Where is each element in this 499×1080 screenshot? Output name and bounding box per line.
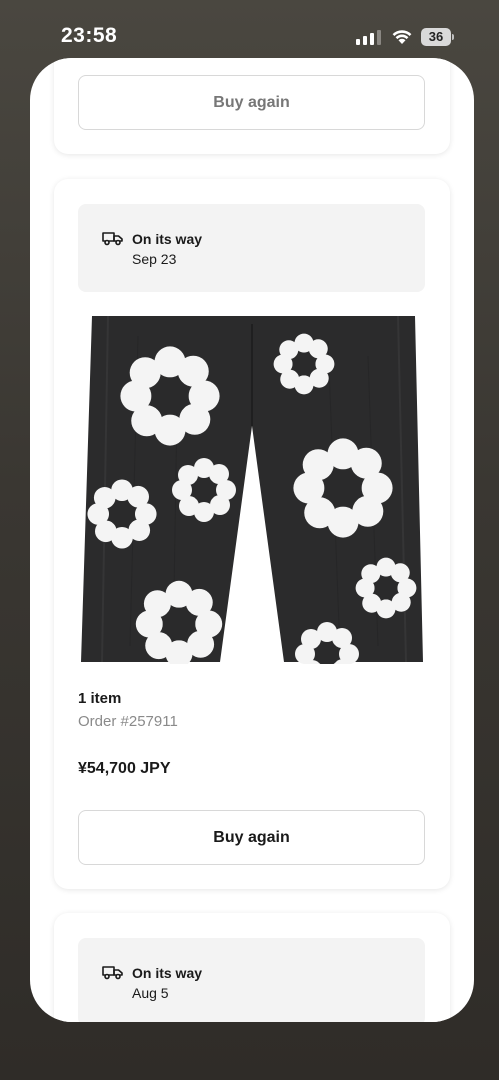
- delivery-truck-icon: [102, 966, 123, 980]
- cellular-signal-icon: [356, 30, 381, 45]
- order-number: Order #257911: [78, 713, 178, 730]
- clock: 23:58: [61, 24, 118, 47]
- status-date: Aug 5: [132, 985, 169, 1001]
- order-card[interactable]: On its way Aug 5: [54, 913, 450, 1022]
- order-total: ¥54,700 JPY: [78, 760, 171, 777]
- battery-tip: [452, 34, 454, 40]
- status-bar: 23:58 36: [0, 0, 499, 60]
- battery-level: 36: [421, 28, 451, 46]
- battery-icon: 36: [421, 28, 454, 46]
- buy-again-button[interactable]: Buy again: [78, 75, 425, 130]
- item-count: 1 item: [78, 690, 122, 707]
- status-title: On its way: [132, 231, 203, 247]
- order-card: Buy again: [54, 58, 450, 154]
- status-date: Sep 23: [132, 251, 177, 267]
- orders-sheet[interactable]: Buy again On its way Sep 23 1 item Order…: [30, 58, 474, 1022]
- buy-again-button[interactable]: Buy again: [78, 810, 425, 865]
- order-card[interactable]: On its way Sep 23 1 item Order #257911 ¥…: [54, 179, 450, 889]
- delivery-status: On its way Aug 5: [78, 938, 425, 1022]
- delivery-truck-icon: [102, 232, 123, 246]
- status-title: On its way: [132, 965, 203, 981]
- wifi-icon: [392, 30, 412, 44]
- product-image[interactable]: [78, 316, 425, 664]
- delivery-status: On its way Sep 23: [78, 204, 425, 292]
